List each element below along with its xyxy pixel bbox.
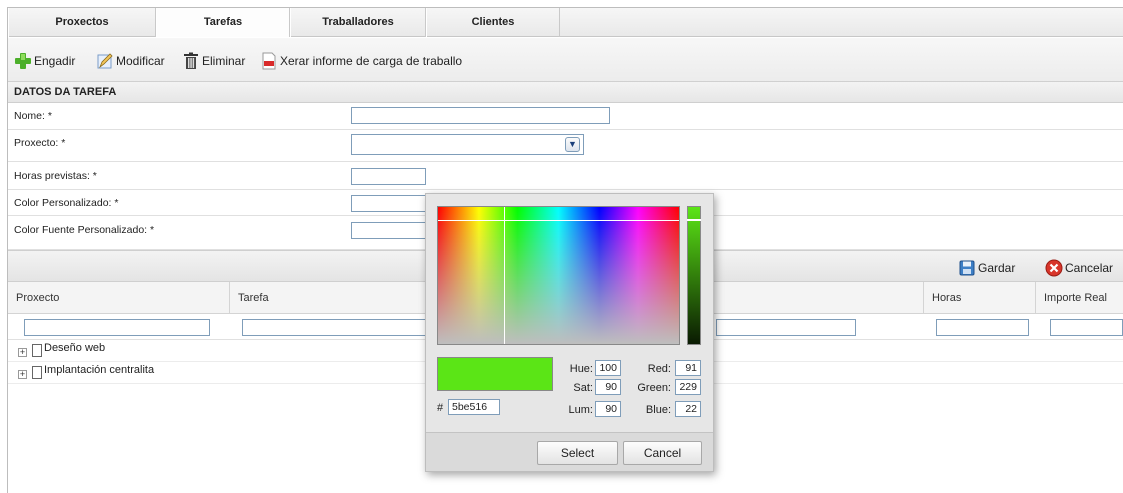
edit-label: Modificar bbox=[116, 53, 165, 68]
edit-button[interactable]: Modificar bbox=[96, 49, 165, 71]
document-icon bbox=[32, 344, 42, 357]
font-color-input[interactable] bbox=[351, 222, 426, 239]
luminance-marker[interactable] bbox=[687, 219, 701, 221]
project-select[interactable]: ▼ bbox=[351, 134, 584, 155]
tab-tarefas[interactable]: Tarefas bbox=[156, 8, 290, 37]
lum-label: Lum: bbox=[568, 404, 593, 416]
lum-input[interactable]: 90 bbox=[595, 401, 621, 417]
color-input[interactable] bbox=[351, 195, 426, 212]
delete-button[interactable]: Eliminar bbox=[182, 49, 245, 71]
filter-importe-input[interactable] bbox=[1050, 319, 1123, 336]
picker-button-bar: Select Cancel bbox=[426, 432, 713, 471]
tab-proxectos[interactable]: Proxectos bbox=[8, 8, 156, 37]
luminance-slider[interactable] bbox=[687, 206, 701, 345]
name-input[interactable] bbox=[351, 107, 610, 124]
save-button[interactable]: Gardar bbox=[958, 256, 1015, 278]
filter-proxecto-input[interactable] bbox=[24, 319, 210, 336]
plus-icon bbox=[15, 52, 31, 69]
hex-prefix: # bbox=[437, 402, 444, 414]
sat-input[interactable]: 90 bbox=[595, 379, 621, 395]
delete-label: Eliminar bbox=[202, 53, 246, 68]
spectrum-crosshair-vertical bbox=[504, 207, 505, 344]
hex-input[interactable]: 5be516 bbox=[448, 399, 500, 415]
sat-label: Sat: bbox=[573, 382, 593, 394]
list-item-label: Deseño web bbox=[44, 342, 106, 354]
blue-input[interactable]: 22 bbox=[675, 401, 701, 417]
color-preview bbox=[437, 357, 553, 391]
filter-middle-input[interactable] bbox=[716, 319, 856, 336]
list-item-label: Implantación centralita bbox=[44, 364, 155, 376]
trash-icon bbox=[184, 52, 198, 69]
column-proxecto[interactable]: Proxecto bbox=[8, 282, 230, 314]
project-label: Proxecto: * bbox=[14, 137, 66, 149]
cancel-label: Cancelar bbox=[1065, 260, 1114, 275]
column-horas[interactable]: Horas bbox=[923, 282, 1036, 314]
cancel-button[interactable]: Cancelar bbox=[1045, 256, 1113, 278]
floppy-icon bbox=[959, 260, 975, 276]
add-button[interactable]: Engadir bbox=[14, 49, 75, 71]
save-label: Gardar bbox=[978, 260, 1016, 275]
column-importe-real[interactable]: Importe Real bbox=[1036, 282, 1123, 314]
cancel-icon bbox=[1045, 259, 1063, 277]
name-row: Nome: * bbox=[8, 104, 1123, 130]
red-input[interactable]: 91 bbox=[675, 360, 701, 376]
color-picker-dialog: # 5be516 Hue: 100 Sat: 90 Lum: 90 Red: 9… bbox=[425, 193, 714, 472]
filter-horas-input[interactable] bbox=[936, 319, 1029, 336]
filter-tarefa-input[interactable] bbox=[242, 319, 442, 336]
blue-label: Blue: bbox=[645, 404, 671, 416]
document-icon bbox=[32, 366, 42, 379]
tab-clientes[interactable]: Clientes bbox=[426, 8, 560, 37]
report-button[interactable]: Xerar informe de carga de traballo bbox=[260, 49, 462, 71]
hours-input[interactable] bbox=[351, 168, 426, 185]
color-label: Color Personalizado: * bbox=[14, 197, 119, 209]
pdf-icon bbox=[262, 52, 276, 70]
add-label: Engadir bbox=[34, 53, 76, 68]
hours-row: Horas previstas: * bbox=[8, 162, 1123, 190]
pencil-icon bbox=[97, 53, 113, 69]
tab-traballadores[interactable]: Traballadores bbox=[290, 8, 426, 37]
toolbar: Engadir Modificar Eliminar Xerar informe bbox=[8, 38, 1123, 84]
name-label: Nome: * bbox=[14, 110, 52, 122]
project-row: Proxecto: * ▼ bbox=[8, 130, 1123, 162]
hours-label: Horas previstas: * bbox=[14, 170, 97, 182]
expand-icon[interactable]: + bbox=[18, 348, 27, 357]
tab-bar: Proxectos Tarefas Traballadores Clientes bbox=[8, 8, 1123, 37]
red-label: Red: bbox=[647, 363, 671, 375]
spectrum-crosshair-horizontal bbox=[438, 220, 679, 221]
green-input[interactable]: 229 bbox=[675, 379, 701, 395]
column-tarefa[interactable]: Tarefa bbox=[230, 282, 430, 314]
expand-icon[interactable]: + bbox=[18, 370, 27, 379]
font-color-label: Color Fuente Personalizado: * bbox=[14, 224, 155, 236]
green-label: Green: bbox=[637, 382, 671, 394]
color-spectrum[interactable] bbox=[437, 206, 680, 345]
task-data-header: DATOS DA TAREFA bbox=[8, 81, 1123, 103]
picker-cancel-button[interactable]: Cancel bbox=[623, 441, 702, 465]
report-label: Xerar informe de carga de traballo bbox=[280, 53, 463, 68]
hue-input[interactable]: 100 bbox=[595, 360, 621, 376]
select-button[interactable]: Select bbox=[537, 441, 618, 465]
hue-label: Hue: bbox=[569, 363, 593, 375]
chevron-down-icon[interactable]: ▼ bbox=[565, 137, 580, 152]
